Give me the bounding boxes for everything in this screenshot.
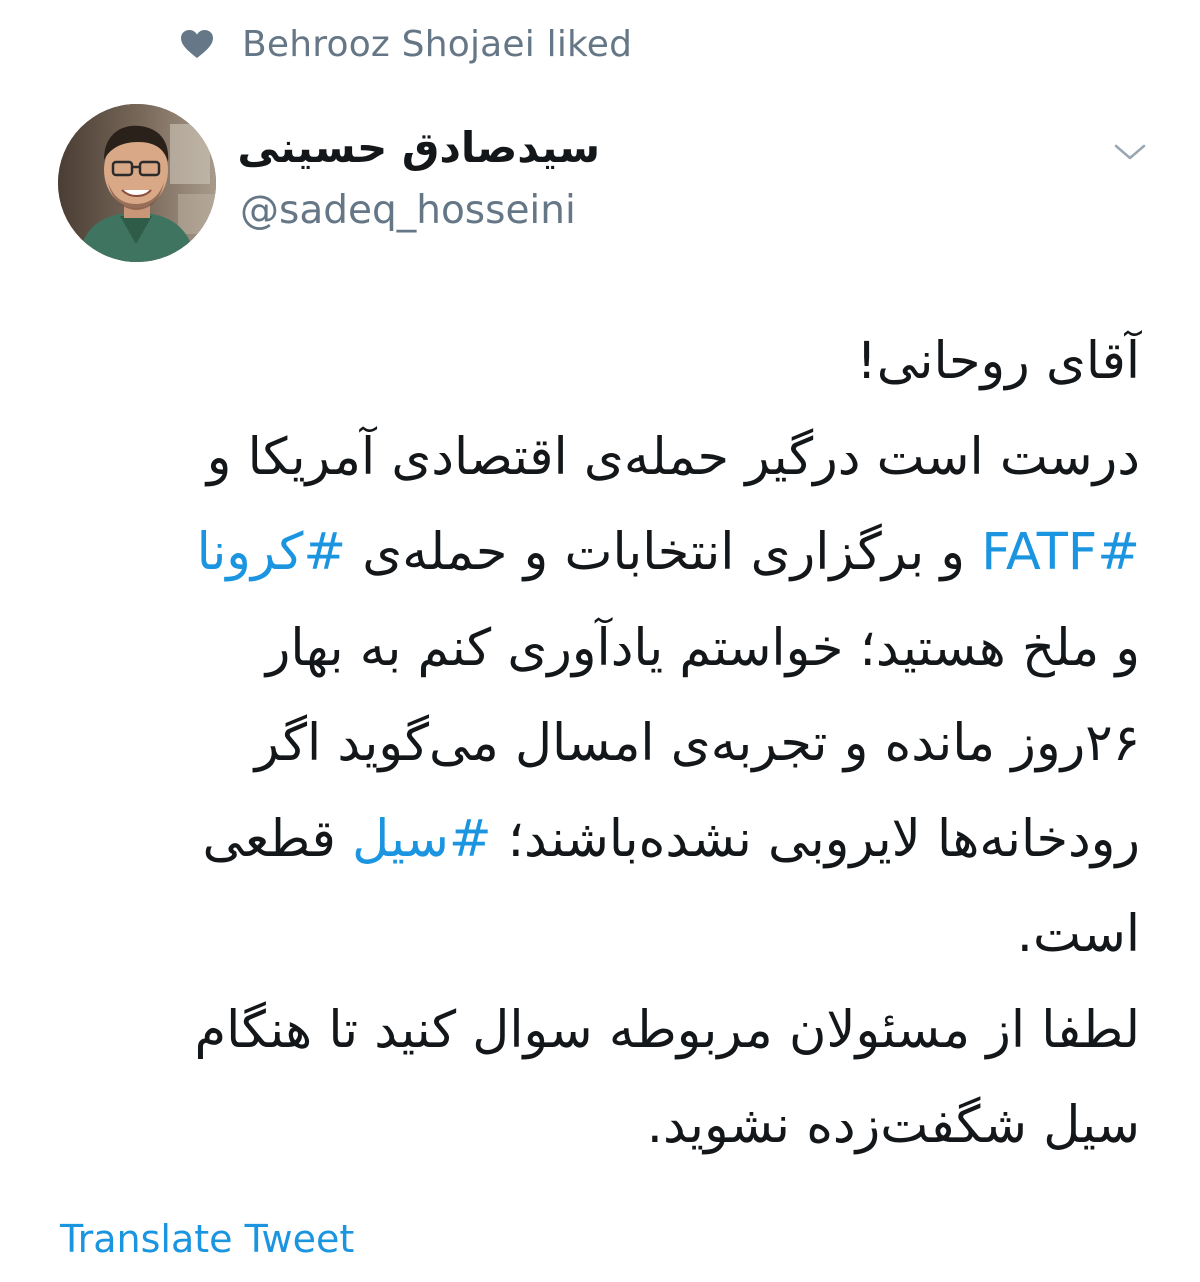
avatar[interactable]: [58, 104, 216, 262]
tweet-line: #FATF و برگزاری انتخابات و حمله‌ی #کرونا: [70, 505, 1140, 601]
tweet-line: درست است درگیر حمله‌ی اقتصادی آمریکا و: [70, 410, 1140, 506]
avatar-photo: [58, 104, 216, 262]
heart-icon: [180, 29, 214, 59]
tweet-line: سیل شگفت‌زده نشوید.: [70, 1078, 1140, 1174]
tweet-line: آقای روحانی!: [70, 314, 1140, 410]
tweet-menu-button[interactable]: [1108, 138, 1152, 170]
tweet-text-segment: قطعی: [202, 809, 353, 869]
author-block[interactable]: سیدصادق حسینی @sadeq_hosseini: [237, 118, 600, 236]
translate-tweet-link[interactable]: Translate Tweet: [60, 1214, 354, 1264]
tweet-text-segment: و برگزاری انتخابات و حمله‌ی: [346, 523, 982, 582]
tweet-text-segment: لطفا از مسئولان مربوطه سوال کنید تا هنگا…: [194, 1000, 1140, 1060]
hashtag-link[interactable]: #FATF: [981, 523, 1140, 582]
author-display-name[interactable]: سیدصادق حسینی: [237, 118, 600, 178]
hashtag-link[interactable]: #سیل: [352, 810, 491, 869]
tweet-line: است.: [70, 887, 1140, 983]
tweet-text-segment: رودخانه‌ها لایروبی نشده‌باشند؛: [491, 809, 1140, 869]
tweet-line: و ملخ هستید؛ خواستم یادآوری کنم به بهار: [70, 601, 1140, 697]
tweet-text-segment: ۲۶روز مانده و تجربه‌ی امسال می‌گوید اگر: [254, 714, 1140, 773]
tweet-text-segment: آقای روحانی!: [856, 332, 1140, 391]
hashtag-link[interactable]: #کرونا: [197, 523, 347, 582]
tweet-line: ۲۶روز مانده و تجربه‌ی امسال می‌گوید اگر: [70, 696, 1140, 792]
chevron-down-icon: [1113, 142, 1147, 166]
author-handle[interactable]: @sadeq_hosseini: [240, 186, 600, 236]
tweet-line: لطفا از مسئولان مربوطه سوال کنید تا هنگا…: [70, 983, 1140, 1079]
liked-by-text: Behrooz Shojaei liked: [242, 23, 633, 65]
tweet-text-segment: درست است درگیر حمله‌ی اقتصادی آمریکا و: [206, 427, 1140, 487]
tweet-text: آقای روحانی! درست است درگیر حمله‌ی اقتصاد…: [70, 314, 1140, 1174]
tweet-text-segment: و ملخ هستید؛ خواستم یادآوری کنم به بهار: [265, 618, 1140, 678]
tweet-line: رودخانه‌ها لایروبی نشده‌باشند؛ #سیل قطعی: [70, 792, 1140, 888]
tweet-text-segment: سیل شگفت‌زده نشوید.: [646, 1096, 1140, 1155]
tweet-text-segment: است.: [1016, 905, 1140, 964]
social-context: Behrooz Shojaei liked: [180, 22, 632, 66]
